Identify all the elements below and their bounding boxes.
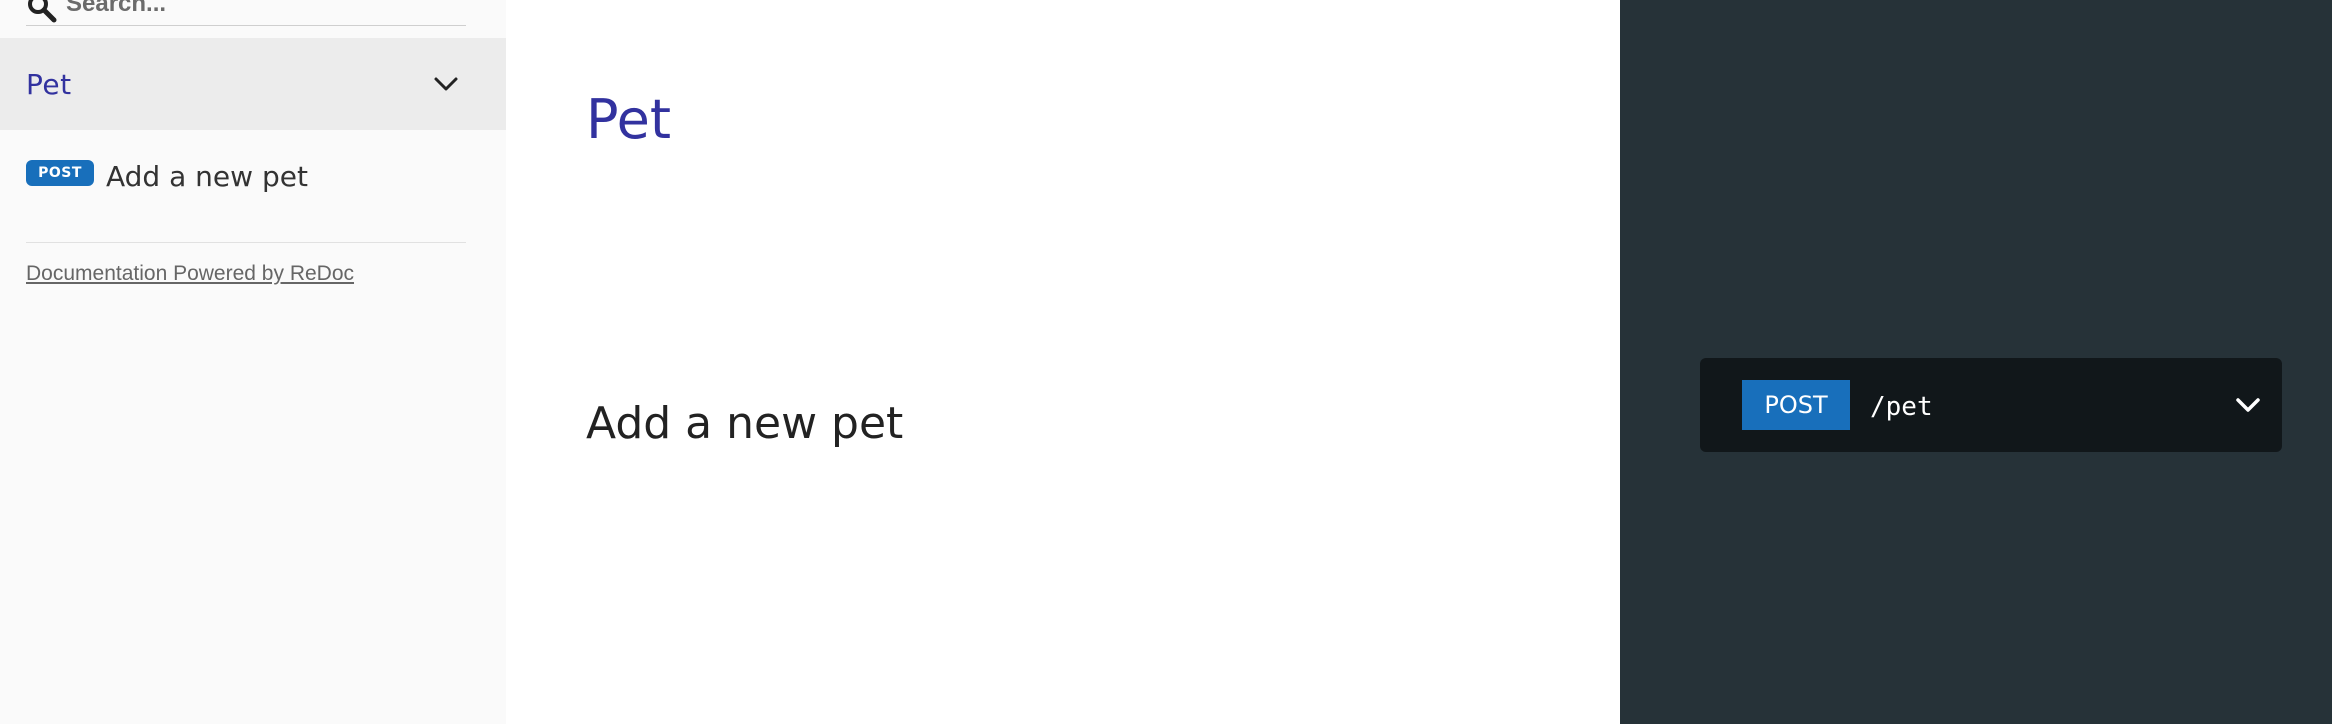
search-box	[26, 0, 466, 26]
sidebar-group-label: Pet	[26, 68, 72, 101]
right-panel: POST /pet	[1620, 0, 2332, 724]
endpoint-toggle[interactable]: POST /pet	[1700, 358, 2282, 452]
endpoint-path: /pet	[1870, 392, 1933, 422]
search-icon	[28, 0, 57, 23]
chevron-down-icon[interactable]	[2234, 391, 2262, 419]
sidebar: Pet POST Add a new pet Documentation Pow…	[0, 0, 506, 724]
search-input[interactable]	[66, 0, 456, 22]
main-content: Pet Add a new pet	[506, 0, 1620, 724]
sidebar-item-label: Add a new pet	[106, 160, 308, 193]
sidebar-group-pet[interactable]: Pet	[0, 38, 506, 130]
endpoint-method-badge: POST	[1742, 380, 1850, 430]
operation-title: Add a new pet	[586, 398, 904, 449]
sidebar-item-add-pet[interactable]: POST Add a new pet	[0, 150, 506, 202]
sidebar-divider	[26, 242, 466, 243]
powered-by-redoc-link[interactable]: Documentation Powered by ReDoc	[26, 262, 354, 286]
method-badge-post: POST	[26, 160, 94, 186]
section-title: Pet	[586, 88, 672, 151]
chevron-down-icon[interactable]	[432, 70, 460, 98]
